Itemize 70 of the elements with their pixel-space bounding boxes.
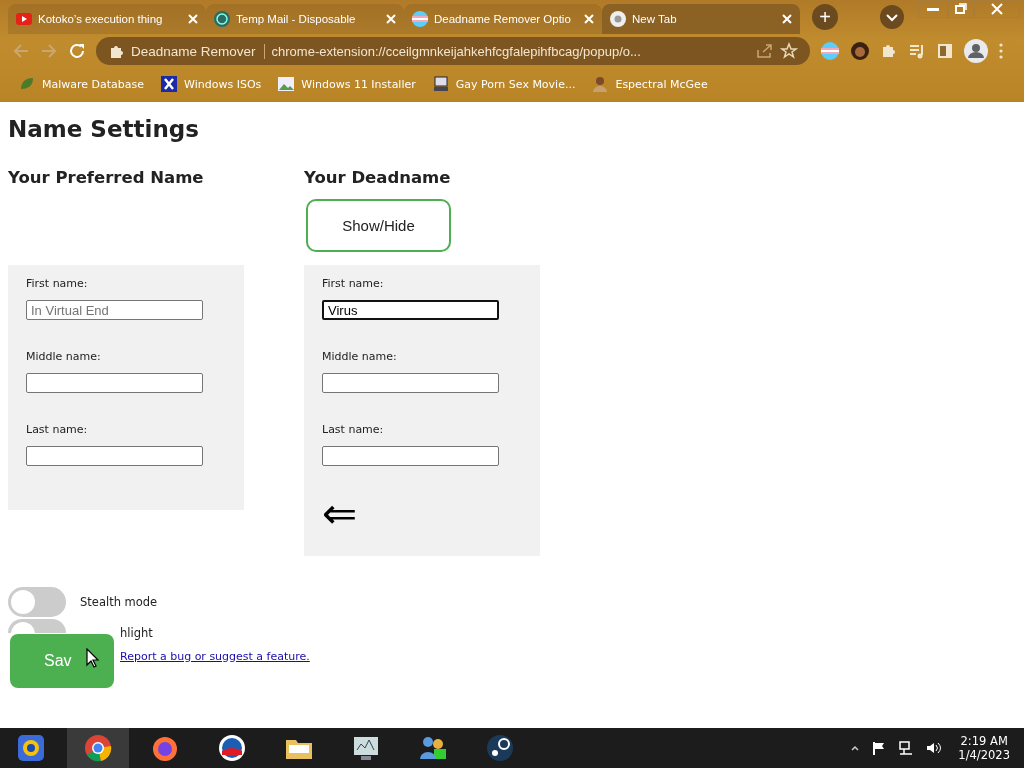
browser-tab[interactable]: Deadname Remover Optio — [404, 4, 602, 34]
steam-icon[interactable] — [485, 733, 515, 763]
section-heading: Your Preferred Name — [8, 168, 205, 187]
circle-logo-icon — [213, 10, 231, 28]
close-icon[interactable] — [974, 0, 1020, 18]
puzzle-icon[interactable] — [880, 42, 898, 60]
field-label: Last name: — [322, 423, 385, 436]
show-hide-button[interactable]: Show/Hide — [306, 199, 451, 252]
bookmark[interactable]: Espectral McGee — [591, 75, 708, 93]
image-icon — [277, 75, 296, 93]
cursor-icon — [86, 648, 100, 668]
profile-icon[interactable] — [964, 39, 988, 63]
globe-icon[interactable] — [217, 733, 247, 763]
input-field[interactable] — [26, 446, 203, 466]
bookmark[interactable]: Malware Database — [18, 75, 145, 93]
back-arrow[interactable]: ⇐ — [322, 494, 358, 542]
browser-tab[interactable]: Kotoko’s execution thing — [8, 4, 206, 34]
computer-icon — [431, 75, 450, 93]
page-title: Name Settings — [8, 116, 200, 142]
field-label: Middle name: — [322, 350, 398, 363]
input-field[interactable] — [26, 373, 203, 393]
bookmark[interactable]: Windows 11 Installer — [277, 75, 416, 93]
bookmark[interactable]: Gay Porn Sex Movie... — [431, 75, 576, 93]
chevron-down-icon[interactable] — [880, 5, 904, 29]
chevron-up-icon[interactable] — [850, 743, 861, 753]
browser-icon[interactable] — [16, 733, 46, 763]
bookmark[interactable]: Windows ISOs — [160, 75, 262, 93]
site-name: Deadname Remover — [131, 43, 265, 59]
toggle-switch[interactable] — [8, 587, 66, 617]
clock-date[interactable]: 1/4/2023 — [958, 748, 1010, 762]
chrome-icon[interactable] — [83, 733, 113, 763]
clock-time[interactable]: 2:19 AM — [958, 734, 1010, 748]
flag-icon[interactable] — [872, 741, 887, 755]
person-icon — [591, 75, 610, 93]
network-icon[interactable] — [898, 741, 915, 755]
field-label: Middle name: — [26, 350, 102, 363]
input-field[interactable] — [322, 446, 499, 466]
side-panel-icon[interactable] — [936, 42, 954, 60]
browser-tab[interactable]: Temp Mail - Disposable — [206, 4, 404, 34]
report-link[interactable]: Report a bug or suggest a feature. — [120, 650, 310, 663]
puzzle-icon — [108, 43, 124, 59]
toggle-label: Stealth mode — [80, 595, 158, 609]
input-field[interactable] — [322, 373, 499, 393]
star-icon[interactable] — [780, 42, 798, 60]
more-menu-icon[interactable] — [998, 42, 1004, 60]
input-field[interactable]: In Virtual End — [26, 300, 203, 320]
field-label: Last name: — [26, 423, 89, 436]
input-field[interactable]: Virus — [322, 300, 499, 320]
url-text: chrome-extension://cceilgmnkeijahkehfcgfalepihfbcag/popup/o... — [271, 43, 642, 59]
speaker-icon[interactable] — [926, 741, 943, 755]
reload-icon[interactable] — [68, 42, 86, 60]
share-icon[interactable] — [755, 42, 773, 60]
x-logo-icon — [160, 75, 179, 93]
new-tab-button[interactable]: + — [812, 4, 838, 30]
browser-tab[interactable]: New Tab — [602, 4, 800, 34]
toggle-label: hlight — [120, 626, 153, 640]
section-heading: Your Deadname — [304, 168, 452, 187]
video-icon — [15, 10, 33, 28]
restore-icon[interactable] — [948, 0, 974, 18]
avatar-icon[interactable] — [850, 41, 870, 61]
striped-circle-icon — [411, 10, 429, 28]
chrome-icon — [609, 10, 627, 28]
field-label: First name: — [26, 277, 89, 290]
striped-circle-icon[interactable] — [820, 41, 840, 61]
address-bar[interactable]: Deadname Remover chrome-extension://cceilgmnkeijahkehfcgfalepihfbcag/popup/o... — [96, 37, 810, 65]
playlist-icon[interactable] — [908, 42, 926, 60]
field-label: First name: — [322, 277, 385, 290]
minimize-icon[interactable] — [918, 0, 948, 18]
toggle-switch[interactable] — [8, 619, 66, 633]
save-button[interactable]: Sav — [10, 634, 114, 688]
